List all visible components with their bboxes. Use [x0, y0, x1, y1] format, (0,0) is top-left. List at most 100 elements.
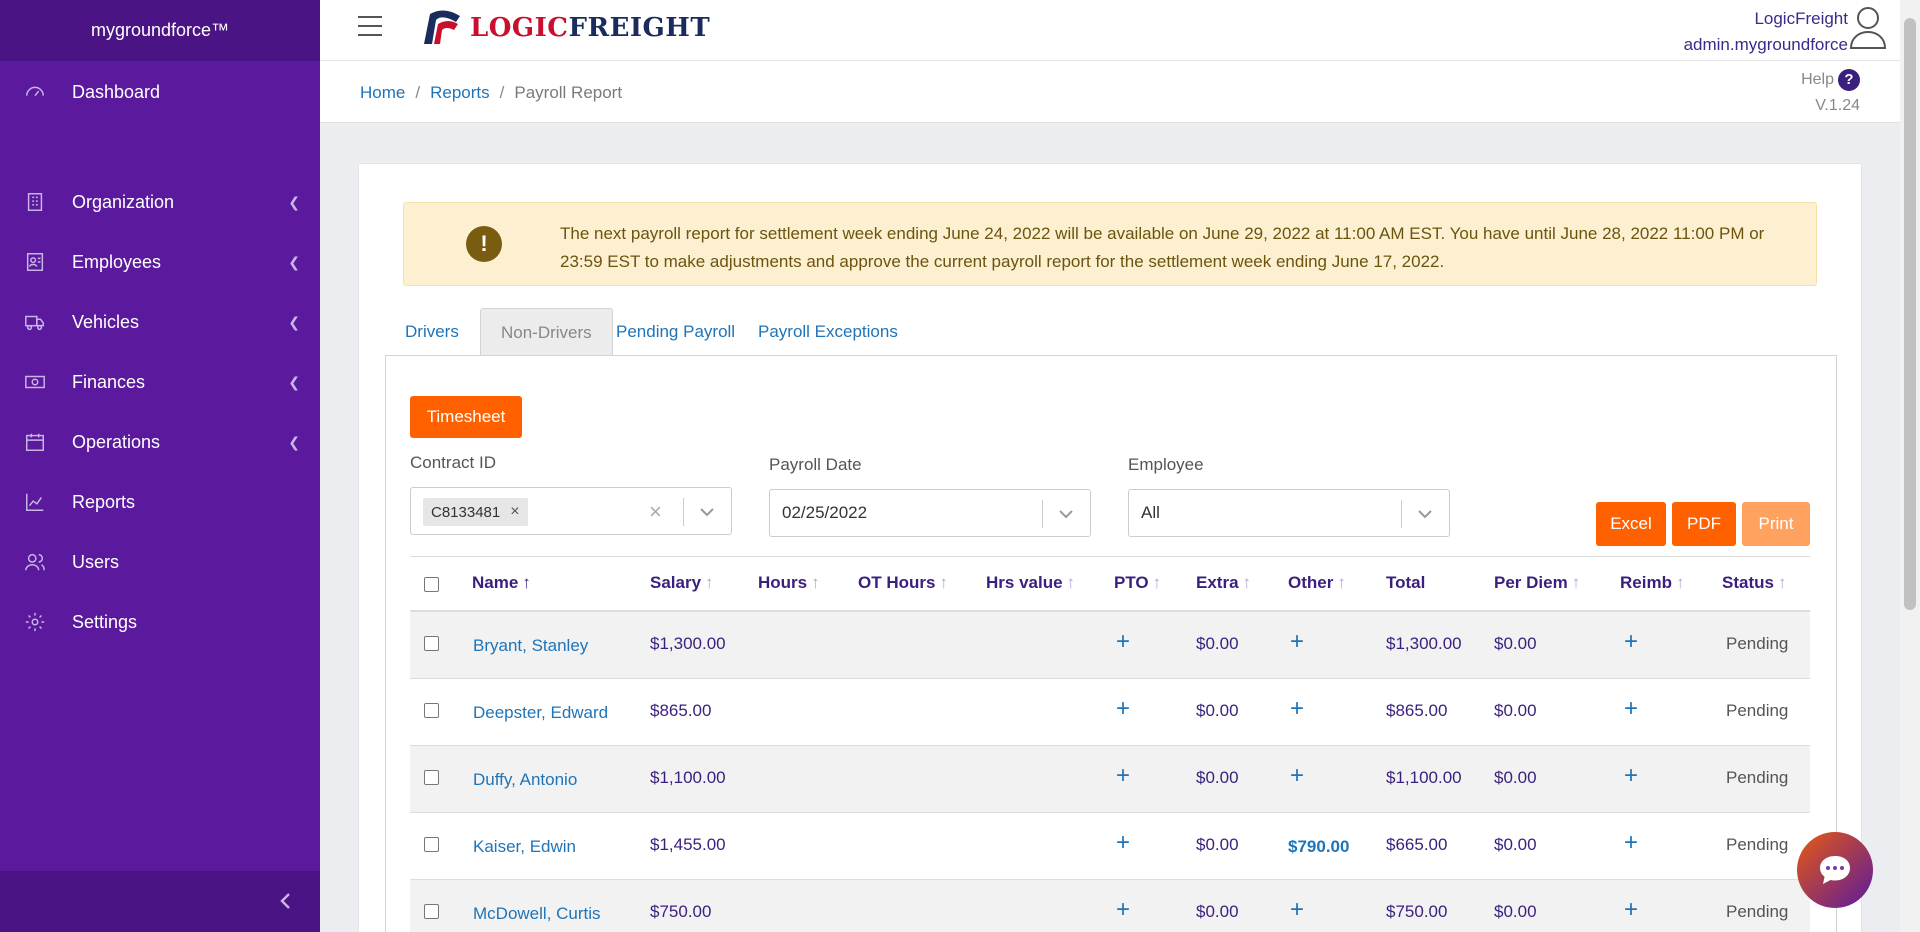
chevron-down-icon[interactable]	[697, 502, 717, 522]
per-diem-cell: $0.00	[1494, 835, 1537, 854]
col-reimb[interactable]: Reimb ↑	[1620, 573, 1684, 593]
col-salary[interactable]: Salary ↑	[650, 573, 714, 593]
user-info[interactable]: LogicFreight admin.mygroundforce	[1684, 6, 1848, 58]
pdf-button[interactable]: PDF	[1672, 502, 1736, 546]
add-reimb-icon[interactable]: +	[1624, 896, 1638, 924]
chevron-left-icon[interactable]	[274, 889, 298, 913]
row-checkbox[interactable]	[424, 636, 439, 651]
add-other-icon[interactable]: +	[1290, 896, 1304, 924]
clear-icon[interactable]: ×	[649, 499, 662, 525]
col-extra[interactable]: Extra ↑	[1196, 573, 1251, 593]
sidebar-item-label: Dashboard	[72, 81, 161, 102]
menu-icon[interactable]	[358, 16, 384, 40]
other-amount-link[interactable]: $790.00	[1288, 837, 1349, 857]
row-checkbox[interactable]	[424, 904, 439, 919]
add-pto-icon[interactable]: +	[1116, 896, 1130, 924]
sidebar-item-dashboard[interactable]: Dashboard	[0, 70, 320, 114]
help-link[interactable]: Help?	[1801, 69, 1860, 91]
col-other[interactable]: Other ↑	[1288, 573, 1346, 593]
col-hrs-value[interactable]: Hrs value ↑	[986, 573, 1075, 593]
breadcrumb-home[interactable]: Home	[360, 83, 405, 103]
payroll-date-select[interactable]: 02/25/2022	[769, 489, 1091, 537]
table-row: McDowell, Curtis $750.00 + $0.00 + $750.…	[410, 880, 1810, 932]
avatar-icon[interactable]	[1848, 4, 1888, 50]
timesheet-button[interactable]: Timesheet	[410, 396, 522, 438]
add-pto-icon[interactable]: +	[1116, 695, 1130, 723]
employee-name-link[interactable]: Deepster, Edward	[473, 703, 608, 723]
page-scrollbar[interactable]	[1900, 0, 1920, 932]
total-cell: $750.00	[1386, 902, 1448, 921]
add-pto-icon[interactable]: +	[1116, 628, 1130, 656]
sidebar-footer	[0, 871, 320, 932]
sidebar-item-employees[interactable]: Employees ❮	[0, 240, 320, 284]
row-checkbox[interactable]	[424, 770, 439, 785]
col-name[interactable]: Name ↑	[472, 573, 531, 593]
chart-line-icon	[24, 491, 46, 513]
users-icon	[24, 551, 46, 573]
employee-select[interactable]: All	[1128, 489, 1450, 537]
employee-name-link[interactable]: McDowell, Curtis	[473, 904, 601, 924]
row-checkbox[interactable]	[424, 837, 439, 852]
col-status[interactable]: Status ↑	[1722, 573, 1786, 593]
print-button[interactable]: Print	[1742, 502, 1810, 546]
contract-id-select[interactable]: C8133481 × ×	[410, 487, 732, 535]
breadcrumb-separator: /	[499, 83, 505, 102]
breadcrumb-reports[interactable]: Reports	[430, 83, 490, 103]
employee-name-link[interactable]: Bryant, Stanley	[473, 636, 588, 656]
select-all-checkbox[interactable]	[424, 577, 439, 592]
employee-name-link[interactable]: Duffy, Antonio	[473, 770, 577, 790]
sidebar-item-finances[interactable]: Finances ❮	[0, 360, 320, 404]
tab-payroll-exceptions[interactable]: Payroll Exceptions	[738, 308, 918, 355]
chevron-down-icon[interactable]	[1056, 504, 1076, 524]
sort-icon: ↑	[1066, 573, 1076, 592]
help-icon[interactable]: ?	[1838, 69, 1860, 91]
chevron-down-icon[interactable]	[1415, 504, 1435, 524]
sidebar-item-settings[interactable]: Settings	[0, 600, 320, 644]
per-diem-cell: $0.00	[1494, 634, 1537, 653]
add-reimb-icon[interactable]: +	[1624, 628, 1638, 656]
add-pto-icon[interactable]: +	[1116, 762, 1130, 790]
add-other-icon[interactable]: +	[1290, 695, 1304, 723]
col-pto[interactable]: PTO ↑	[1114, 573, 1161, 593]
tab-drivers[interactable]: Drivers	[385, 308, 479, 355]
employee-value: All	[1141, 503, 1160, 522]
excel-button[interactable]: Excel	[1596, 502, 1666, 546]
scrollbar-thumb[interactable]	[1904, 18, 1916, 610]
tab-non-drivers[interactable]: Non-Drivers	[480, 308, 613, 355]
add-reimb-icon[interactable]: +	[1624, 829, 1638, 857]
add-pto-icon[interactable]: +	[1116, 829, 1130, 857]
sidebar-item-label: Vehicles	[72, 311, 140, 332]
chip-remove-icon[interactable]: ×	[510, 503, 519, 521]
extra-cell: $0.00	[1196, 701, 1239, 720]
help: Help? V.1.24	[1801, 69, 1860, 115]
sidebar-item-organization[interactable]: Organization ❮	[0, 180, 320, 224]
sidebar-item-reports[interactable]: Reports	[0, 480, 320, 524]
add-reimb-icon[interactable]: +	[1624, 762, 1638, 790]
breadcrumb-separator: /	[415, 83, 421, 102]
tab-pending-payroll[interactable]: Pending Payroll	[596, 308, 755, 355]
add-other-icon[interactable]: +	[1290, 762, 1304, 790]
exclamation-icon: !	[466, 226, 502, 262]
col-per-diem[interactable]: Per Diem ↑	[1494, 573, 1580, 593]
payroll-table: Name ↑ Salary ↑ Hours ↑ OT Hours ↑ Hrs value…	[410, 556, 1810, 932]
sidebar-item-operations[interactable]: Operations ❮	[0, 420, 320, 464]
extra-cell: $0.00	[1196, 768, 1239, 787]
sidebar-item-label: Reports	[72, 491, 136, 512]
chat-button[interactable]	[1797, 832, 1873, 908]
row-checkbox[interactable]	[424, 703, 439, 718]
sidebar-item-users[interactable]: Users	[0, 540, 320, 584]
sort-icon: ↑	[811, 573, 820, 592]
top-header: LOGICFREIGHT LogicFreight admin.myground…	[320, 0, 1900, 61]
logo-mark-icon	[424, 10, 460, 45]
add-other-icon[interactable]: +	[1290, 628, 1304, 656]
col-ot-hours[interactable]: OT Hours ↑	[858, 573, 948, 593]
breadcrumb-current: Payroll Report	[514, 83, 623, 102]
add-reimb-icon[interactable]: +	[1624, 695, 1638, 723]
employee-name-link[interactable]: Kaiser, Edwin	[473, 837, 576, 857]
col-hours[interactable]: Hours ↑	[758, 573, 820, 593]
chevron-left-icon: ❮	[288, 253, 300, 270]
sidebar-item-vehicles[interactable]: Vehicles ❮	[0, 300, 320, 344]
salary-cell: $1,300.00	[650, 634, 726, 653]
building-icon	[24, 191, 46, 213]
breadcrumb-bar: Home / Reports / Payroll Report Help? V.…	[320, 61, 1900, 123]
